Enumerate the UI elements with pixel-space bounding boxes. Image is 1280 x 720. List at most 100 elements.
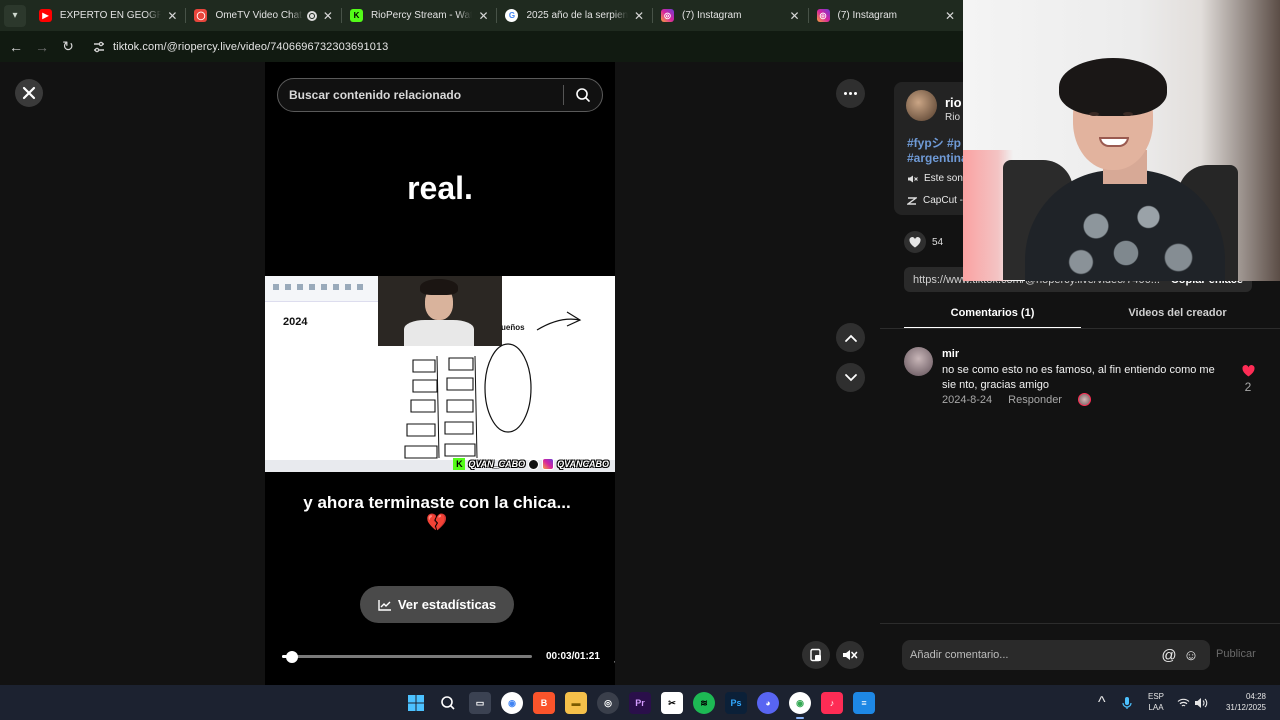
- site-info-icon[interactable]: [89, 37, 109, 57]
- windows-start-icon[interactable]: [405, 692, 427, 714]
- volume-icon[interactable]: [1194, 685, 1208, 720]
- sound-row[interactable]: Este son: [907, 173, 963, 184]
- tab-comments[interactable]: Comentarios (1): [904, 301, 1081, 329]
- tab-title: (7) Instagram: [837, 10, 897, 21]
- search-icon[interactable]: [437, 692, 459, 714]
- chrome-icon[interactable]: ◉: [501, 692, 523, 714]
- comment-meta: 2024-8-24 Responder: [942, 393, 1091, 406]
- browser-tab[interactable]: ◎ (7) Instagram ✕: [807, 0, 964, 31]
- tab-creator-videos[interactable]: Videos del creador: [1089, 301, 1266, 329]
- screen: ▾ ▶ EXPERTO EN GEOGRAFÍA ✕ ◯ OmeTV Video…: [0, 0, 1280, 720]
- forward-arrow-icon[interactable]: →: [29, 34, 55, 60]
- browser-tab[interactable]: K RioPercy Stream - Watch Li ✕: [340, 0, 497, 31]
- reload-icon[interactable]: ↻: [55, 34, 81, 60]
- like-button[interactable]: 54: [904, 231, 943, 253]
- search-button[interactable]: [564, 87, 602, 103]
- time-display: 00:03/01:21: [546, 651, 600, 662]
- tray-overflow-icon[interactable]: ^: [1098, 685, 1106, 720]
- floating-player-button[interactable]: [802, 641, 830, 669]
- os-taskbar: ▭ ◉ B ▬ ◎ Pr ✂ ≋ Ps ◕ ◉ ♪ ≡ ^ ESP LAA 04…: [0, 685, 1280, 720]
- mute-button[interactable]: [836, 641, 864, 669]
- mention-icon[interactable]: @: [1158, 644, 1180, 666]
- tabs-divider: [880, 328, 1280, 329]
- more-options-button[interactable]: [836, 79, 865, 108]
- emoji-icon[interactable]: ☺: [1180, 644, 1202, 666]
- author-avatar[interactable]: [906, 90, 937, 121]
- tiktok-icon: [528, 458, 540, 470]
- language-code: ESP: [1148, 692, 1165, 701]
- webcam-person-hair: [1059, 58, 1167, 116]
- previous-video-button[interactable]: [836, 323, 865, 352]
- capcut-icon[interactable]: ✂: [661, 692, 683, 714]
- task-view-icon[interactable]: ▭: [469, 692, 491, 714]
- comment-like-count: 2: [1244, 380, 1252, 394]
- capcut-row[interactable]: CapCut -: [907, 195, 963, 206]
- spotify-icon[interactable]: ≋: [693, 692, 715, 714]
- progress-track: [282, 655, 532, 658]
- sound-name: Este son: [924, 173, 963, 184]
- obs-icon[interactable]: ◎: [597, 692, 619, 714]
- commenter-avatar[interactable]: [904, 347, 933, 376]
- file-explorer-icon[interactable]: ▬: [565, 692, 587, 714]
- address-bar[interactable]: tiktok.com/@riopercy.live/video/74066967…: [113, 41, 388, 53]
- tiktok-icon[interactable]: ♪: [821, 692, 843, 714]
- instagram-icon: ◎: [660, 9, 674, 22]
- tab-close-icon[interactable]: ✕: [321, 9, 335, 23]
- premiere-icon[interactable]: Pr: [629, 692, 651, 714]
- view-stats-label: Ver estadísticas: [397, 597, 497, 612]
- commenter-name[interactable]: mir: [942, 348, 959, 360]
- progress-bar[interactable]: [282, 651, 532, 663]
- kick-icon: K: [453, 458, 466, 470]
- video-player[interactable]: real. 2024 ueños: [265, 62, 615, 685]
- browser-tab[interactable]: ◯ OmeTV Video Chat — ✕: [185, 0, 341, 31]
- browser-tab[interactable]: ◎ (7) Instagram ✕: [651, 0, 808, 31]
- back-arrow-icon[interactable]: ←: [3, 34, 29, 60]
- youtube-icon: ▶: [38, 9, 52, 22]
- tab-close-icon[interactable]: ✕: [165, 9, 179, 23]
- browser-tab[interactable]: G 2025 año de la serpiente ✕: [496, 0, 652, 31]
- browser-tab[interactable]: ▶ EXPERTO EN GEOGRAFÍA ✕: [30, 0, 186, 31]
- chevron-down-icon: [844, 373, 857, 381]
- close-video-button[interactable]: [15, 79, 43, 107]
- video-hashtags[interactable]: #fypシ #p #argentina: [907, 136, 968, 166]
- tab-close-icon[interactable]: ✕: [476, 9, 490, 23]
- photoshop-icon[interactable]: Ps: [725, 692, 747, 714]
- chrome-icon[interactable]: ◉: [789, 692, 811, 714]
- language-indicator[interactable]: ESP LAA: [1148, 691, 1164, 713]
- tab-close-icon[interactable]: ✕: [943, 9, 957, 23]
- view-stats-button[interactable]: Ver estadísticas: [360, 586, 514, 623]
- notepad-icon[interactable]: ≡: [853, 692, 875, 714]
- microphone-icon[interactable]: [1122, 685, 1132, 720]
- search-input[interactable]: [278, 88, 563, 102]
- tab-search-chevron-icon[interactable]: ▾: [4, 4, 26, 27]
- system-clock[interactable]: 04:28 31/12/2025: [1218, 691, 1266, 713]
- floating-player-icon: [810, 648, 821, 662]
- next-video-button[interactable]: [836, 363, 865, 392]
- comment-item: mir no se como esto no es famoso, al fin…: [904, 347, 1264, 407]
- comment-input[interactable]: [910, 649, 1158, 661]
- wifi-icon[interactable]: [1177, 685, 1190, 720]
- tab-close-icon[interactable]: ✕: [788, 9, 802, 23]
- webcam-overlay: [963, 0, 1280, 281]
- progress-handle[interactable]: [286, 651, 298, 663]
- video-clip-frame: 2024 ueños K QVAN_CABO QVANCABO: [265, 276, 615, 472]
- webcam-shirt-print: [1051, 190, 1201, 280]
- dot-icon: [854, 92, 857, 95]
- webcam-eye: [1089, 112, 1099, 116]
- clip-watermark: K QVAN_CABO QVANCABO: [453, 458, 609, 470]
- tab-title: OmeTV Video Chat —: [215, 10, 303, 21]
- reply-button[interactable]: Responder: [1008, 394, 1062, 406]
- brave-icon[interactable]: B: [533, 692, 555, 714]
- video-caption-top: real.: [407, 170, 473, 206]
- hashtags-line[interactable]: #fypシ #p: [907, 136, 968, 151]
- kick-tag: QVAN_CABO: [468, 459, 526, 469]
- author-name[interactable]: rio: [945, 95, 962, 110]
- panel-tabs: Comentarios (1) Videos del creador: [904, 301, 1280, 329]
- tab-close-icon[interactable]: ✕: [632, 9, 646, 23]
- keyboard-layout: LAA: [1148, 703, 1164, 712]
- publish-button[interactable]: Publicar: [1216, 648, 1256, 660]
- discord-icon[interactable]: ◕: [757, 692, 779, 714]
- browser-tab-bar: ▾ ▶ EXPERTO EN GEOGRAFÍA ✕ ◯ OmeTV Video…: [0, 0, 963, 31]
- instagram-icon: ◎: [816, 9, 830, 22]
- hashtags-line[interactable]: #argentina: [907, 151, 968, 166]
